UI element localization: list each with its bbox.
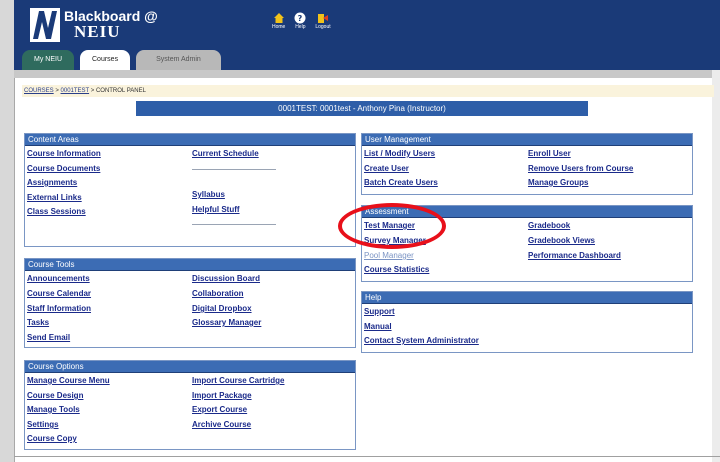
logout-button[interactable]: Logout [315,12,331,30]
home-button[interactable]: Home [272,12,285,30]
link-course-information[interactable]: Course Information [27,149,101,158]
panel-header: Course Tools [25,259,355,271]
tab-my-neiu[interactable]: My NEIU [22,50,74,70]
link-contact-system-administrator[interactable]: Contact System Administrator [364,336,479,345]
link-announcements[interactable]: Announcements [27,274,90,283]
panel-header: User Management [362,134,692,146]
page: Blackboard @ NEIU Home ? Help Logout My … [0,0,720,462]
tab-system-admin[interactable]: System Admin [136,50,221,70]
link-batch-create-users[interactable]: Batch Create Users [364,178,438,187]
link-enroll-user[interactable]: Enroll User [528,149,571,158]
help-icon: ? [294,12,306,24]
link-manual[interactable]: Manual [364,322,392,331]
highlight-circle [338,203,446,249]
link-pool-manager[interactable]: Pool Manager [364,251,414,260]
link-digital-dropbox[interactable]: Digital Dropbox [192,304,252,313]
panel-header: Help [362,292,692,304]
link-current-schedule[interactable]: Current Schedule [192,149,259,158]
link-collaboration[interactable]: Collaboration [192,289,244,298]
breadcrumb-courses[interactable]: COURSES [24,88,54,94]
link-remove-users-from-course[interactable]: Remove Users from Course [528,164,633,173]
link-support[interactable]: Support [364,307,395,316]
panel-header: Course Options [25,361,355,373]
panel-header: Content Areas [25,134,355,146]
breadcrumb-separator: > [53,88,61,94]
link-gradebook[interactable]: Gradebook [528,221,570,230]
course-tools-panel: Course Tools [24,258,356,348]
help-button[interactable]: ? Help [294,12,306,30]
header-tools: Home ? Help Logout [272,12,331,30]
blackboard-logo-icon [30,8,60,42]
link-list-modify-users[interactable]: List / Modify Users [364,149,435,158]
link-archive-course[interactable]: Archive Course [192,420,251,429]
breadcrumb: COURSES > 0001TEST > CONTROL PANEL [22,85,714,97]
link-gradebook-views[interactable]: Gradebook Views [528,236,595,245]
link-performance-dashboard[interactable]: Performance Dashboard [528,251,621,260]
link-course-statistics[interactable]: Course Statistics [364,265,429,274]
link-manage-course-menu[interactable]: Manage Course Menu [27,376,110,385]
logout-label: Logout [315,24,331,30]
home-label: Home [272,24,286,30]
link-staff-information[interactable]: Staff Information [27,304,91,313]
link-syllabus[interactable]: Syllabus [192,190,225,199]
header-divider [14,70,720,78]
link-course-design[interactable]: Course Design [27,391,83,400]
link-settings[interactable]: Settings [27,420,59,429]
divider [192,169,276,170]
link-external-links[interactable]: External Links [27,193,82,202]
logout-icon [317,14,328,23]
tab-bar: My NEIU Courses System Admin [22,50,221,70]
link-import-course-cartridge[interactable]: Import Course Cartridge [192,376,284,385]
help-label: Help [295,24,306,30]
link-manage-groups[interactable]: Manage Groups [528,178,588,187]
link-import-package[interactable]: Import Package [192,391,252,400]
link-course-documents[interactable]: Course Documents [27,164,100,173]
link-discussion-board[interactable]: Discussion Board [192,274,260,283]
footer-divider [14,456,720,457]
svg-text:?: ? [298,14,303,23]
scrollbar-track[interactable] [712,70,720,462]
divider [192,224,276,225]
home-icon [273,13,284,23]
link-create-user[interactable]: Create User [364,164,409,173]
link-tasks[interactable]: Tasks [27,318,49,327]
link-course-copy[interactable]: Course Copy [27,434,77,443]
link-helpful-stuff[interactable]: Helpful Stuff [192,205,240,214]
breadcrumb-separator: > [89,88,96,94]
breadcrumb-course[interactable]: 0001TEST [61,88,90,94]
brand-subtitle: NEIU [74,22,121,41]
tab-courses[interactable]: Courses [80,50,131,70]
link-manage-tools[interactable]: Manage Tools [27,405,80,414]
page-title: 0001TEST: 0001test - Anthony Pina (Instr… [136,101,588,116]
link-glossary-manager[interactable]: Glossary Manager [192,318,261,327]
link-assignments[interactable]: Assignments [27,178,77,187]
link-class-sessions[interactable]: Class Sessions [27,207,86,216]
link-send-email[interactable]: Send Email [27,333,70,342]
window-edge [0,0,15,462]
link-course-calendar[interactable]: Course Calendar [27,289,91,298]
breadcrumb-current: CONTROL PANEL [95,88,146,94]
link-export-course[interactable]: Export Course [192,405,247,414]
